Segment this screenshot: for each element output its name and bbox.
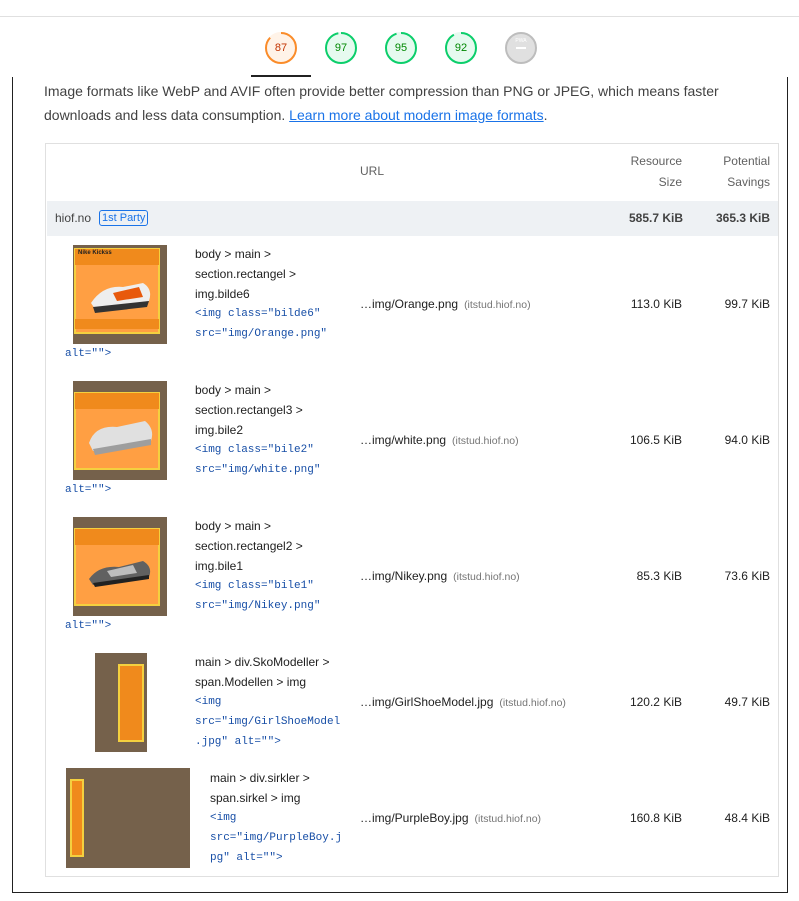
url-path: …img/Orange.png — [360, 297, 459, 311]
selector-line: img.bile1 — [195, 559, 244, 573]
potential-savings: 73.6 KiB — [724, 569, 770, 583]
node-snippet-line: <img class="bilde6" — [195, 308, 321, 320]
best-practices-gauge[interactable]: 95 — [384, 31, 418, 65]
selector-line: img.bile2 — [195, 423, 244, 437]
resource-url[interactable]: …img/Nikey.png (itstud.hiof.no) — [360, 569, 520, 583]
url-header: URL — [360, 164, 385, 178]
node-snippet-line: .jpg" alt=""> — [195, 736, 281, 748]
selector-line: span.Modellen > img — [195, 675, 307, 689]
potential-savings: 94.0 KiB — [724, 433, 770, 447]
node-snippet-line: src="img/Orange.png" — [195, 328, 328, 340]
node-snippet-line: src="img/PurpleBoy.j — [210, 832, 343, 844]
selector-line: main > div.SkoModeller > — [195, 655, 330, 669]
resource-size-header-line2: Size — [658, 175, 682, 189]
seo-gauge[interactable]: 92 — [444, 31, 478, 65]
node-selector: body > main > section.rectangel > img.bi… — [195, 244, 327, 344]
table-row[interactable]: main > div.sirkler > span.sirkel > img <… — [46, 760, 778, 876]
url-host: (itstud.hiof.no) — [452, 435, 519, 447]
node-snippet-line: <img — [210, 812, 237, 824]
node-snippet-line: <img class="bile2" — [195, 444, 314, 456]
url-host: (itstud.hiof.no) — [499, 697, 566, 709]
table-row[interactable]: Nike Kickss body > main > section.rectan… — [46, 236, 778, 372]
gauge-score: 97 — [334, 42, 348, 54]
node-snippet-alt: alt=""> — [65, 348, 112, 360]
selector-line: body > main > — [195, 519, 272, 533]
url-host: (itstud.hiof.no) — [464, 299, 531, 311]
node-selector: body > main > section.rectangel2 > img.b… — [195, 516, 320, 616]
resource-url[interactable]: …img/GirlShoeModel.jpg (itstud.hiof.no) — [360, 695, 566, 709]
resource-size: 113.0 KiB — [630, 297, 682, 311]
table-row[interactable]: body > main > section.rectangel3 > img.b… — [46, 372, 778, 508]
potential-savings: 99.7 KiB — [724, 297, 770, 311]
resource-size: 85.3 KiB — [636, 569, 682, 583]
potential-savings: 48.4 KiB — [724, 811, 770, 825]
learn-more-link[interactable]: Learn more about modern image formats — [289, 107, 543, 123]
selector-line: section.rectangel2 > — [195, 539, 303, 553]
group-host: hiof.no — [55, 211, 92, 225]
description-period: . — [543, 107, 548, 123]
pwa-gauge[interactable]: PWA — [504, 31, 538, 65]
selector-line: section.rectangel > — [195, 267, 297, 281]
accessibility-gauge[interactable]: 97 — [324, 31, 358, 65]
node-selector: main > div.sirkler > span.sirkel > img <… — [210, 768, 342, 868]
audit-description: Image formats like WebP and AVIF often p… — [44, 79, 744, 127]
resource-size: 120.2 KiB — [629, 695, 682, 709]
node-snippet-line: <img class="bile1" — [195, 580, 314, 592]
node-snippet-line: src="img/GirlShoeModel — [195, 716, 341, 728]
thumbnail-caption: Nike Kickss — [78, 250, 112, 256]
opportunity-table: URL Resource Size Potential Savings hiof… — [45, 143, 779, 877]
selector-line: span.sirkel > img — [210, 791, 301, 805]
gauge-score: PWA — [515, 38, 527, 44]
resource-size: 106.5 KiB — [629, 433, 682, 447]
resource-url[interactable]: …img/PurpleBoy.jpg (itstud.hiof.no) — [360, 811, 541, 825]
table-row[interactable]: body > main > section.rectangel2 > img.b… — [46, 508, 778, 644]
url-path: …img/white.png — [360, 433, 447, 447]
url-host: (itstud.hiof.no) — [474, 813, 542, 825]
url-path: …img/Nikey.png — [360, 569, 448, 583]
node-selector: body > main > section.rectangel3 > img.b… — [195, 380, 320, 480]
resource-url[interactable]: …img/Orange.png (itstud.hiof.no) — [360, 297, 531, 311]
url-path: …img/PurpleBoy.jpg — [360, 811, 469, 825]
savings-header-line1: Potential — [723, 154, 770, 168]
selector-line: img.bilde6 — [195, 287, 250, 301]
selector-line: main > div.sirkler > — [210, 771, 310, 785]
gauge-score: 92 — [454, 42, 468, 54]
resource-size: 160.8 KiB — [629, 811, 682, 825]
url-path: …img/GirlShoeModel.jpg — [360, 695, 494, 709]
resource-url[interactable]: …img/white.png (itstud.hiof.no) — [360, 433, 519, 447]
category-gauges: 87 97 95 92 PWA — [0, 31, 799, 71]
node-snippet-line: pg" alt=""> — [210, 852, 283, 864]
node-snippet-line: src="img/white.png" — [195, 464, 321, 476]
performance-gauge[interactable]: 87 — [264, 31, 298, 65]
group-size: 585.7 KiB — [628, 211, 683, 225]
node-snippet-line: src="img/Nikey.png" — [195, 600, 321, 612]
first-party-badge: 1st Party — [99, 210, 149, 226]
group-row-1st-party: hiof.no 1st Party 585.7 KiB 365.3 KiB — [47, 201, 778, 236]
orange-shoe-thumbnail: Nike Kickss — [73, 245, 167, 344]
savings-header-line2: Savings — [727, 175, 770, 189]
grey-shoe-thumbnail — [73, 517, 167, 616]
top-divider — [0, 16, 799, 17]
node-selector: main > div.SkoModeller > span.Modellen >… — [195, 652, 340, 752]
gauge-score: 87 — [274, 42, 288, 54]
white-shoe-thumbnail — [73, 381, 167, 480]
node-snippet-alt: alt=""> — [65, 484, 112, 496]
girl-shoe-model-thumbnail — [95, 653, 147, 752]
group-savings: 365.3 KiB — [715, 211, 770, 225]
purple-boy-thumbnail — [66, 768, 190, 868]
selector-line: body > main > — [195, 247, 272, 261]
gauge-score: 95 — [394, 42, 408, 54]
selector-line: section.rectangel3 > — [195, 403, 303, 417]
node-snippet-alt: alt=""> — [65, 620, 112, 632]
node-snippet-line: <img — [195, 696, 222, 708]
url-host: (itstud.hiof.no) — [453, 571, 520, 583]
table-row[interactable]: main > div.SkoModeller > span.Modellen >… — [46, 644, 778, 760]
potential-savings: 49.7 KiB — [724, 695, 770, 709]
selector-line: body > main > — [195, 383, 272, 397]
resource-size-header-line1: Resource — [630, 154, 682, 168]
